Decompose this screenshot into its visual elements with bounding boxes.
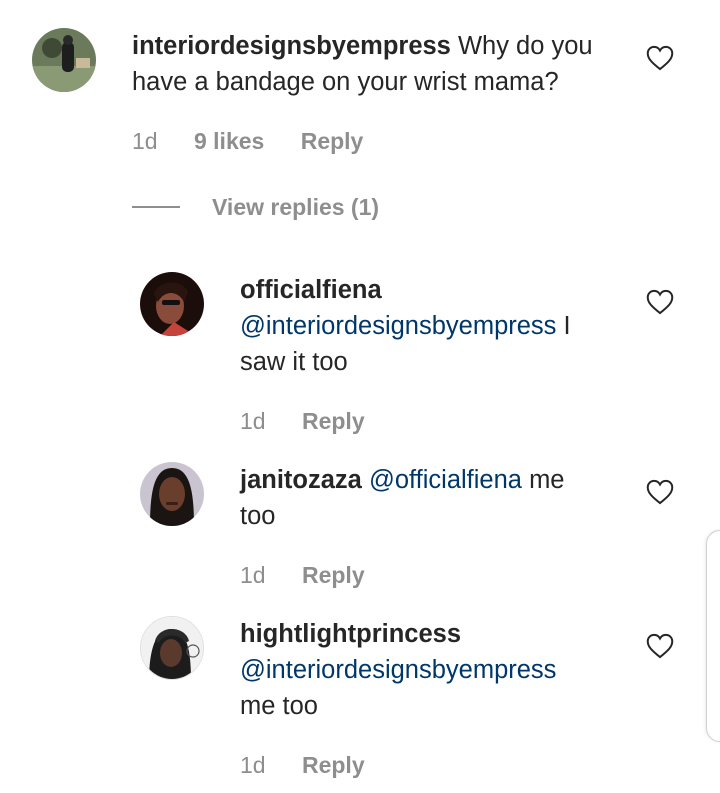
- reply-time: 1d: [240, 752, 266, 778]
- reply-text: janitozaza @officialfiena me too: [240, 462, 620, 534]
- reply-meta: 1d Reply: [240, 752, 395, 779]
- comment-username[interactable]: interiordesignsbyempress: [132, 32, 451, 60]
- reply-button[interactable]: Reply: [302, 408, 365, 434]
- heart-icon[interactable]: [646, 479, 674, 505]
- reply-text: officialfiena @interiordesignsbyempress …: [240, 272, 620, 380]
- reply-button[interactable]: Reply: [301, 128, 364, 154]
- avatar[interactable]: [32, 28, 96, 92]
- reply-username[interactable]: janitozaza: [240, 466, 362, 494]
- reply-body: me: [529, 466, 565, 494]
- comment-likes[interactable]: 9 likes: [194, 128, 264, 154]
- heart-icon[interactable]: [646, 45, 674, 71]
- reply-username[interactable]: hightlightprincess: [240, 616, 620, 652]
- reply-text: hightlightprincess @interiordesignsbyemp…: [240, 616, 620, 724]
- reply-button[interactable]: Reply: [302, 562, 365, 588]
- avatar[interactable]: [140, 462, 204, 526]
- reply-body: too: [240, 502, 276, 530]
- divider: [132, 205, 180, 208]
- reply-username[interactable]: officialfiena: [240, 272, 620, 308]
- edge-panel-handle[interactable]: [706, 530, 720, 742]
- mention-link[interactable]: @officialfiena: [369, 466, 522, 494]
- reply-button[interactable]: Reply: [302, 752, 365, 778]
- view-replies-button[interactable]: View replies (1): [132, 194, 379, 221]
- comment-text: interiordesignsbyempress Why do you have…: [132, 28, 632, 100]
- reply-body: I: [563, 312, 571, 340]
- reply-body: me too: [240, 692, 318, 720]
- heart-icon[interactable]: [646, 633, 674, 659]
- mention-link[interactable]: @interiordesignsbyempress: [240, 312, 556, 340]
- heart-icon[interactable]: [646, 289, 674, 315]
- reply-body: saw it too: [240, 348, 348, 376]
- reply-meta: 1d Reply: [240, 408, 395, 435]
- reply-time: 1d: [240, 562, 266, 588]
- comment-time: 1d: [132, 128, 158, 154]
- reply-meta: 1d Reply: [240, 562, 395, 589]
- comment-meta: 1d 9 likes Reply: [132, 128, 393, 155]
- mention-link[interactable]: @interiordesignsbyempress: [240, 652, 620, 688]
- avatar[interactable]: [140, 616, 204, 680]
- avatar[interactable]: [140, 272, 204, 336]
- reply-time: 1d: [240, 408, 266, 434]
- view-replies-label[interactable]: View replies (1): [212, 194, 379, 220]
